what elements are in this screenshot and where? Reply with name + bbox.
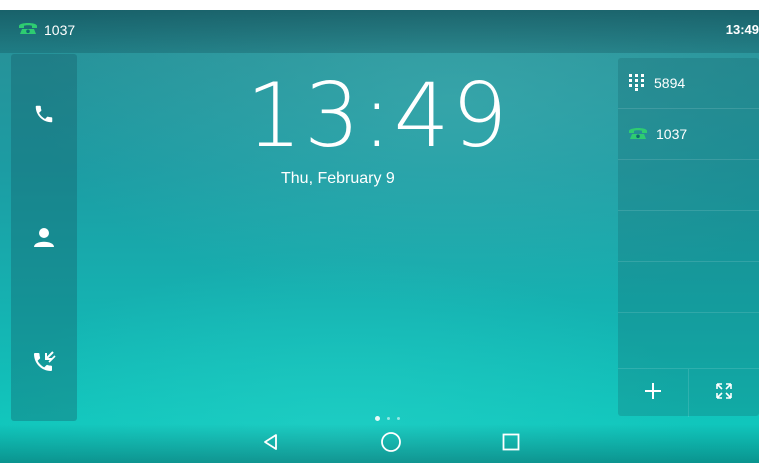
back-button[interactable] (256, 430, 286, 458)
page-dot (387, 417, 390, 420)
recent-apps-button[interactable] (496, 430, 526, 458)
add-line-key-button[interactable] (618, 369, 689, 417)
left-quick-panel (11, 54, 77, 421)
line-key-empty[interactable] (618, 160, 759, 211)
registered-line-icon (628, 126, 648, 143)
status-account[interactable]: 1037 (18, 21, 75, 38)
left-button-directory[interactable] (11, 219, 77, 259)
line-key-label: 1037 (656, 126, 688, 142)
line-key-empty[interactable] (618, 262, 759, 313)
page-indicator (375, 416, 400, 421)
phone-icon (33, 103, 55, 130)
expand-panel-button[interactable] (689, 369, 759, 417)
page-dot-active (375, 416, 380, 421)
expand-icon (716, 382, 732, 404)
recent-apps-square-icon (501, 432, 521, 457)
home-screen: 1037 13:49 13:49 Thu, February 9 5894 10… (0, 10, 759, 463)
line-key-1037[interactable]: 1037 (618, 109, 759, 160)
status-bar: 1037 13:49 (0, 10, 759, 53)
left-button-call-history[interactable] (11, 344, 77, 384)
status-account-number: 1037 (44, 21, 76, 38)
line-key-panel-footer (618, 368, 759, 417)
page-dot (397, 417, 400, 420)
line-key-panel: 5894 1037 (618, 58, 759, 417)
line-key-empty[interactable] (618, 313, 759, 364)
registered-phone-icon (18, 21, 38, 38)
clock-time: 13:49 (246, 64, 510, 167)
line-key-label: 5894 (654, 75, 686, 91)
status-time: 13:49 (725, 22, 759, 37)
back-triangle-icon (261, 432, 281, 457)
dialpad-icon (628, 73, 646, 94)
line-key-empty[interactable] (618, 211, 759, 262)
home-circle-icon (380, 431, 402, 458)
left-button-dial[interactable] (11, 96, 77, 136)
call-history-icon (32, 350, 56, 379)
contact-icon (32, 225, 56, 254)
navigation-bar (0, 424, 759, 463)
clock-date: Thu, February 9 (281, 170, 395, 187)
home-button[interactable] (376, 430, 406, 458)
line-key-5894[interactable]: 5894 (618, 58, 759, 109)
add-icon (644, 382, 662, 405)
